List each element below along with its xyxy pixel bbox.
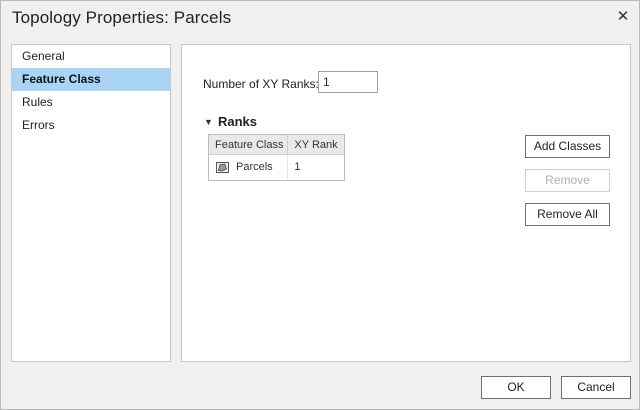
sidebar-item-errors[interactable]: Errors xyxy=(12,114,170,137)
sidebar-item-rules[interactable]: Rules xyxy=(12,91,170,114)
ranks-heading: Ranks xyxy=(218,114,258,129)
close-icon[interactable]: ✕ xyxy=(613,7,633,27)
remove-all-button[interactable]: Remove All xyxy=(525,203,610,226)
ranks-table: Feature Class XY Rank Parcels 1 xyxy=(208,134,345,181)
xy-ranks-label: Number of XY Ranks: xyxy=(203,77,319,91)
remove-button[interactable]: Remove xyxy=(525,169,610,192)
topology-properties-dialog: Topology Properties: Parcels ✕ General F… xyxy=(0,0,640,410)
feature-class-name: Parcels xyxy=(236,161,273,173)
sidebar-item-general[interactable]: General xyxy=(12,45,170,68)
ranks-section-toggle[interactable]: ▼ Ranks xyxy=(204,114,257,129)
dialog-title: Topology Properties: Parcels xyxy=(12,8,232,27)
cell-xy-rank[interactable]: 1 xyxy=(288,155,344,179)
feature-class-panel: Number of XY Ranks: ▼ Ranks Feature Clas… xyxy=(181,44,631,362)
table-header: Feature Class XY Rank xyxy=(209,135,344,155)
add-classes-button[interactable]: Add Classes xyxy=(525,135,610,158)
sidebar-nav: General Feature Class Rules Errors xyxy=(11,44,171,362)
cancel-button[interactable]: Cancel xyxy=(561,376,631,399)
header-feature-class[interactable]: Feature Class xyxy=(209,135,289,154)
header-xy-rank[interactable]: XY Rank xyxy=(288,135,344,154)
polygon-feature-class-icon xyxy=(216,161,229,173)
sidebar-item-feature-class[interactable]: Feature Class xyxy=(12,68,170,91)
table-row[interactable]: Parcels 1 xyxy=(209,155,344,179)
cell-feature-class[interactable]: Parcels xyxy=(209,155,289,179)
xy-ranks-input[interactable] xyxy=(318,71,378,93)
ok-button[interactable]: OK xyxy=(481,376,551,399)
chevron-down-icon: ▼ xyxy=(204,116,213,127)
